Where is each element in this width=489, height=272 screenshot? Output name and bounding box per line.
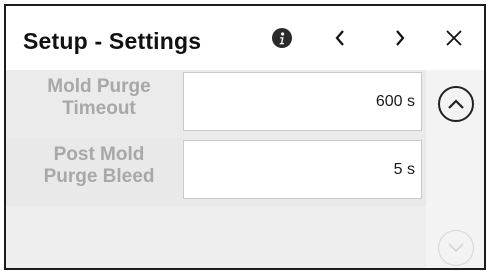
next-button[interactable] xyxy=(384,22,416,54)
setting-row-mold-purge-timeout: Mold Purge Timeout 600 s xyxy=(6,70,426,138)
setting-row-post-mold-purge-bleed: Post Mold Purge Bleed 5 s xyxy=(6,138,426,206)
chevron-up-icon xyxy=(448,99,464,109)
chevron-right-icon xyxy=(396,30,405,46)
info-button[interactable] xyxy=(266,22,298,54)
info-icon xyxy=(272,28,292,48)
post-mold-purge-bleed-field[interactable]: 5 s xyxy=(183,140,422,199)
setting-label: Post Mold Purge Bleed xyxy=(43,144,155,187)
chevron-down-icon xyxy=(448,243,464,253)
setting-label: Mold Purge Timeout xyxy=(47,76,151,119)
previous-button[interactable] xyxy=(324,22,356,54)
close-button[interactable] xyxy=(438,22,470,54)
chevron-left-icon xyxy=(335,30,344,46)
close-icon xyxy=(446,30,462,46)
dialog-header: Setup - Settings xyxy=(6,6,484,70)
dialog-title: Setup - Settings xyxy=(23,28,202,54)
scroll-down-button[interactable] xyxy=(438,230,474,266)
settings-dialog: Setup - Settings Mold Purge Timeout 600 … xyxy=(4,4,486,270)
scroll-panel xyxy=(426,70,484,268)
mold-purge-timeout-field[interactable]: 600 s xyxy=(183,72,422,131)
settings-list: Mold Purge Timeout 600 s Post Mold Purge… xyxy=(6,70,426,268)
scroll-up-button[interactable] xyxy=(438,86,474,122)
